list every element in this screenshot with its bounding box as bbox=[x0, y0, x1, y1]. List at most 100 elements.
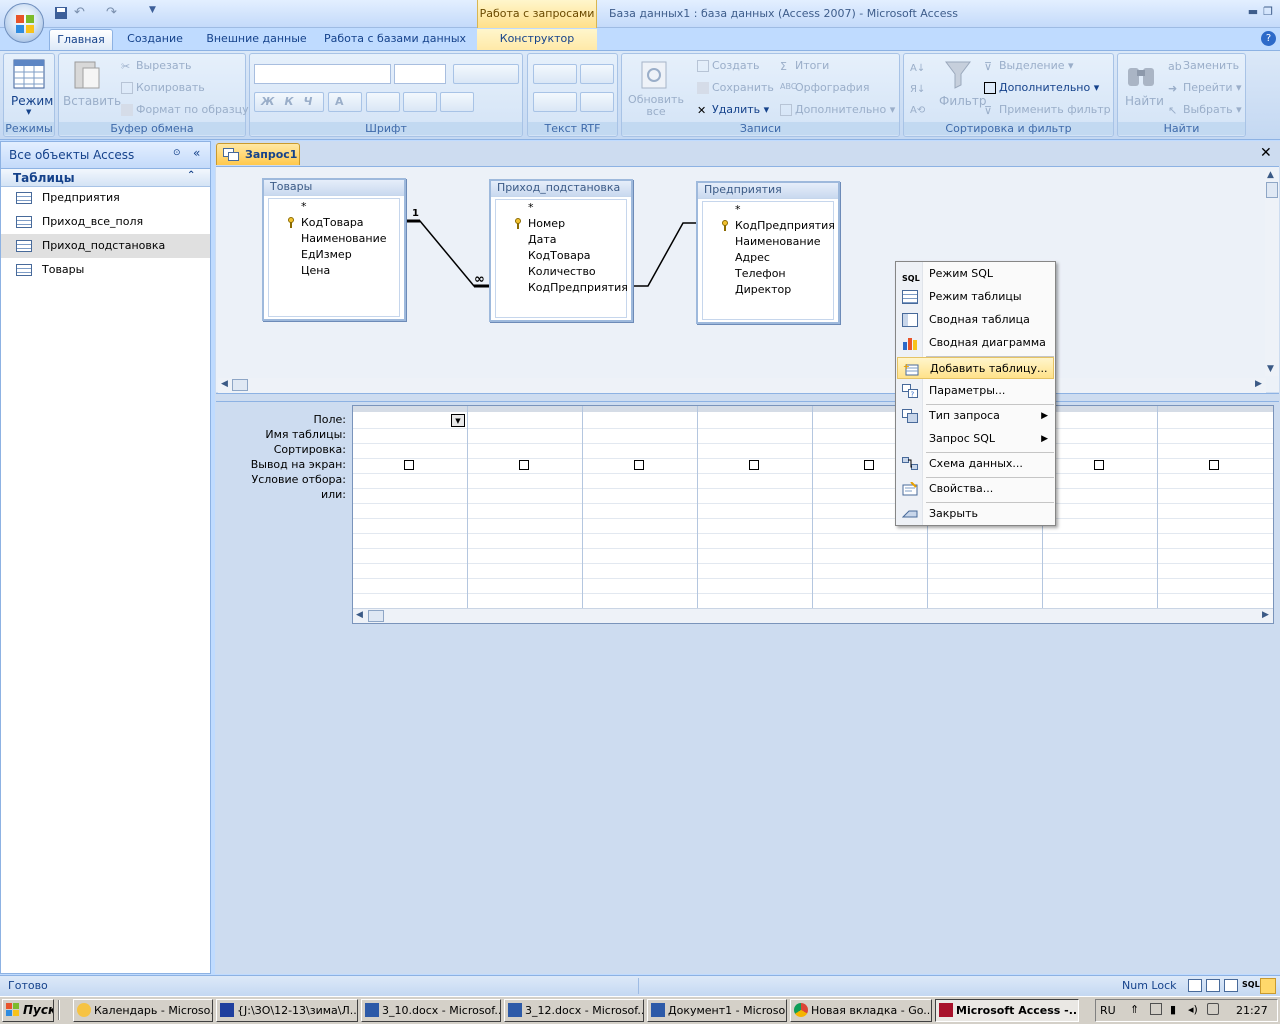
scroll-left-icon[interactable]: ◀ bbox=[221, 379, 228, 389]
office-button[interactable] bbox=[4, 3, 44, 43]
start-button[interactable]: Пуск bbox=[2, 999, 54, 1022]
field-item[interactable]: КодТовара bbox=[269, 215, 399, 231]
field-item[interactable]: Цена bbox=[269, 263, 399, 279]
totals-button[interactable]: Σ Итоги bbox=[780, 59, 829, 73]
taskbar-item-access[interactable]: Microsoft Access -... bbox=[935, 999, 1079, 1022]
show-checkbox[interactable] bbox=[1209, 460, 1219, 470]
menu-item-close[interactable]: Закрыть bbox=[897, 503, 1054, 525]
toggle-filter-button[interactable]: ⊽ Применить фильтр bbox=[984, 103, 1111, 117]
menu-item-datasheet-view[interactable]: Режим таблицы bbox=[897, 286, 1054, 308]
tray-app-icon[interactable] bbox=[1207, 1003, 1219, 1015]
taskbar-item-folder[interactable]: {J:\ЗО\12-13\зима\Л... bbox=[216, 999, 358, 1022]
pivot-view-icon[interactable] bbox=[1206, 979, 1220, 992]
italic-button[interactable]: К bbox=[284, 95, 303, 108]
pane-splitter[interactable] bbox=[216, 393, 1279, 402]
taskbar-item-calendar[interactable]: Календарь - Microso... bbox=[73, 999, 213, 1022]
scroll-right-icon[interactable]: ▶ bbox=[1262, 610, 1269, 620]
chart-view-icon[interactable] bbox=[1224, 979, 1238, 992]
field-item[interactable]: Директор bbox=[703, 282, 833, 298]
table-pane-vscrollbar[interactable]: ▲ ▼ bbox=[1265, 170, 1279, 376]
copy-button[interactable]: Копировать bbox=[121, 81, 205, 94]
align-buttons[interactable] bbox=[453, 64, 519, 84]
underline-button[interactable]: Ч bbox=[303, 95, 322, 108]
menu-item-pivot-chart[interactable]: Сводная диаграмма bbox=[897, 332, 1054, 354]
field-item[interactable]: * bbox=[496, 200, 626, 216]
list-buttons[interactable] bbox=[533, 92, 577, 112]
cut-button[interactable]: ✂ Вырезать bbox=[121, 59, 191, 73]
tab-database-tools[interactable]: Работа с базами данных bbox=[322, 29, 468, 50]
scroll-right-icon[interactable]: ▶ bbox=[1255, 379, 1262, 389]
new-record-button[interactable]: Создать bbox=[697, 59, 760, 72]
query-design-grid[interactable]: ▼ bbox=[352, 405, 1274, 624]
field-item[interactable]: Наименование bbox=[703, 234, 833, 250]
table-box-receipts[interactable]: Приход_подстановка * Номер Дата КодТовар… bbox=[489, 179, 633, 322]
fill-color-button[interactable] bbox=[366, 92, 400, 112]
filter-button[interactable]: Фильтр bbox=[939, 94, 986, 108]
view-button[interactable]: Режим bbox=[11, 94, 53, 108]
field-item[interactable]: Наименование bbox=[269, 231, 399, 247]
field-item[interactable]: КодПредприятия bbox=[496, 280, 628, 296]
show-checkbox[interactable] bbox=[749, 460, 759, 470]
clock[interactable]: 21:27 bbox=[1236, 1004, 1268, 1017]
nav-item-table[interactable]: Товары bbox=[1, 258, 210, 282]
taskbar-item-word-doc[interactable]: Документ1 - Microso... bbox=[647, 999, 787, 1022]
table-box-title[interactable]: Товары bbox=[264, 180, 404, 196]
nav-pane-header[interactable]: Все объекты Access ⊙ « bbox=[1, 142, 210, 169]
nav-menu-chevron-icon[interactable]: ⊙ bbox=[173, 148, 181, 158]
show-checkbox[interactable] bbox=[634, 460, 644, 470]
goto-button[interactable]: ➜ Перейти ▾ bbox=[1168, 81, 1242, 95]
save-record-button[interactable]: Сохранить bbox=[697, 81, 774, 94]
table-box-enterprises[interactable]: Предприятия * КодПредприятия Наименовани… bbox=[696, 181, 840, 324]
grid-hscrollbar[interactable]: ◀ ▶ bbox=[353, 608, 1273, 623]
nav-group-tables[interactable]: Таблицы ⌃ bbox=[1, 169, 210, 187]
table-box-goods[interactable]: Товары * КодТовара Наименование ЕдИзмер … bbox=[262, 178, 406, 321]
nav-item-table[interactable]: Приход_все_поля bbox=[1, 210, 210, 234]
font-style-buttons[interactable]: ЖКЧ bbox=[254, 92, 324, 112]
field-item[interactable]: * bbox=[269, 199, 399, 215]
refresh-all-button[interactable]: Обновить все bbox=[628, 94, 684, 118]
menu-item-query-type[interactable]: Тип запроса ▶ bbox=[897, 405, 1054, 427]
volume-icon[interactable]: ◂) bbox=[1188, 1003, 1198, 1016]
field-item[interactable]: * bbox=[703, 202, 833, 218]
help-icon[interactable]: ? bbox=[1261, 31, 1276, 46]
bold-button[interactable]: Ж bbox=[261, 95, 284, 108]
save-icon[interactable] bbox=[53, 5, 69, 21]
field-dropdown-icon[interactable]: ▼ bbox=[451, 414, 465, 427]
grid-column[interactable] bbox=[353, 406, 468, 609]
show-checkbox[interactable] bbox=[1094, 460, 1104, 470]
table-box-title[interactable]: Предприятия bbox=[698, 183, 838, 199]
customize-qat-icon[interactable]: ▼ bbox=[149, 5, 165, 21]
scroll-up-icon[interactable]: ▲ bbox=[1267, 170, 1274, 180]
more-records-button[interactable]: Дополнительно ▾ bbox=[780, 103, 895, 116]
maximize-icon[interactable]: ❐ bbox=[1259, 5, 1277, 18]
view-switcher[interactable]: SQL bbox=[1186, 978, 1278, 995]
document-tab[interactable]: Запрос1 bbox=[216, 143, 300, 165]
taskbar-item-word-doc[interactable]: 3_10.docx - Microsof... bbox=[361, 999, 501, 1022]
network-icon[interactable]: ▮ bbox=[1170, 1003, 1176, 1016]
menu-item-sql-query[interactable]: Запрос SQL ▶ bbox=[897, 428, 1054, 450]
tab-home[interactable]: Главная bbox=[49, 29, 113, 50]
gridlines-button[interactable] bbox=[403, 92, 437, 112]
field-item[interactable]: КодПредприятия bbox=[703, 218, 835, 234]
menu-item-relationships[interactable]: Схема данных... bbox=[897, 453, 1054, 475]
menu-item-add-table[interactable]: + Добавить таблицу... bbox=[897, 357, 1054, 379]
find-button[interactable]: Найти bbox=[1125, 94, 1164, 108]
taskbar-item-chrome[interactable]: Новая вкладка - Go... bbox=[790, 999, 932, 1022]
field-item[interactable]: Телефон bbox=[703, 266, 833, 282]
design-view-icon[interactable] bbox=[1260, 978, 1276, 994]
highlight-button[interactable] bbox=[580, 92, 614, 112]
font-size-combo[interactable] bbox=[394, 64, 446, 84]
paragraph-button[interactable] bbox=[580, 64, 614, 84]
undo-icon[interactable]: ↶ bbox=[74, 5, 90, 21]
group-collapse-icon[interactable]: ⌃ bbox=[187, 170, 195, 181]
grid-column[interactable] bbox=[583, 406, 698, 609]
scroll-left-icon[interactable]: ◀ bbox=[356, 610, 363, 620]
delete-record-button[interactable]: ✕ Удалить ▾ bbox=[697, 103, 769, 117]
taskbar-item-word-doc[interactable]: 3_12.docx - Microsof... bbox=[504, 999, 644, 1022]
field-item[interactable]: Номер bbox=[496, 216, 626, 232]
selection-button[interactable]: ⊽ Выделение ▾ bbox=[984, 59, 1074, 73]
tab-design[interactable]: Конструктор bbox=[477, 29, 597, 50]
scroll-thumb[interactable] bbox=[232, 379, 248, 391]
replace-button[interactable]: abЗаменить bbox=[1168, 59, 1239, 73]
sql-view-icon[interactable]: SQL bbox=[1242, 980, 1260, 989]
